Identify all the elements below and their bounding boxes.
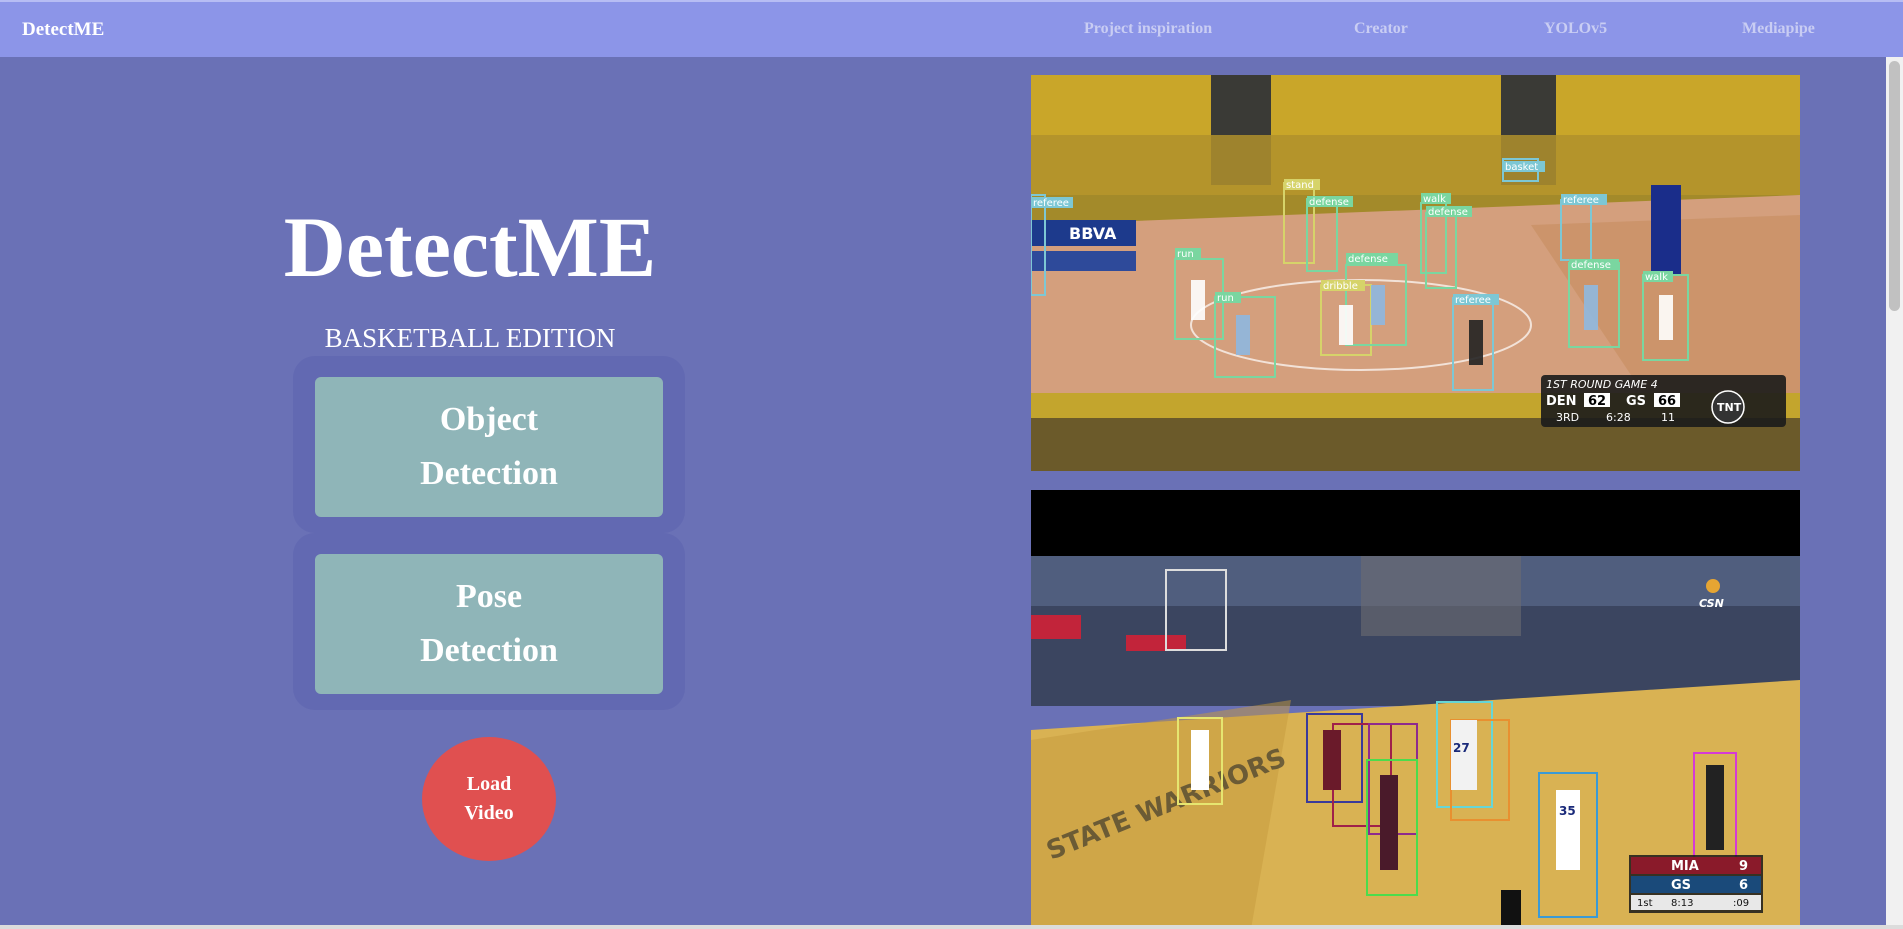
nav-link-mediapipe[interactable]: Mediapipe	[1742, 20, 1815, 38]
label-referee-1: referee	[1033, 198, 1069, 209]
pose-player-5	[1556, 790, 1580, 870]
object-detection-button[interactable]: Object Detection	[315, 377, 663, 517]
player-2	[1236, 315, 1250, 355]
object-detection-label-line2: Detection	[420, 455, 558, 492]
nav-link-project-inspiration[interactable]: Project inspiration	[1084, 20, 1212, 38]
scoreboard-1-quarter: 3RD	[1556, 411, 1579, 424]
crowd-mid	[1031, 135, 1800, 195]
scoreboard-1-team2: GS	[1626, 394, 1646, 409]
pose-player-2	[1323, 730, 1341, 790]
nav-link-creator[interactable]: Creator	[1354, 20, 1408, 38]
scoreboard-1-score2: 66	[1658, 394, 1676, 409]
scoreboard-1: 1ST ROUND GAME 4 DEN 62 GS 66 3RD 6:28 1…	[1541, 375, 1786, 427]
label-basket: basket	[1505, 162, 1538, 173]
object-detection-video[interactable]: BBVA referee stand defense walk defense …	[1031, 75, 1800, 471]
object-detection-frame: Object Detection	[293, 356, 685, 533]
kia-board	[1031, 615, 1081, 639]
bottom-edge	[0, 925, 1903, 929]
csn-text: CSN	[1699, 597, 1724, 610]
scoreboard-2-shot-clock: :09	[1733, 898, 1749, 909]
navbar: DetectME Project inspiration Creator YOL…	[0, 0, 1903, 57]
jersey-number-35: 35	[1559, 804, 1576, 818]
pose-detection-button[interactable]: Pose Detection	[315, 554, 663, 694]
label-dribble: dribble	[1323, 281, 1358, 292]
label-defense-4: defense	[1571, 260, 1611, 271]
scoreboard-1-clock: 6:28	[1606, 411, 1631, 424]
scoreboard-2-team2: GS	[1671, 878, 1691, 893]
scoreboard-2-quarter: 1st	[1637, 898, 1653, 909]
scoreboard-2-score2: 6	[1739, 878, 1748, 893]
scoreboard-1-score1: 62	[1588, 394, 1606, 409]
label-run-2: run	[1217, 293, 1234, 304]
label-referee-2: referee	[1563, 195, 1599, 206]
scoreboard-1-team1: DEN	[1546, 394, 1577, 409]
stairs-2	[1361, 556, 1521, 636]
nav-link-yolov5[interactable]: YOLOv5	[1544, 20, 1607, 38]
load-video-label-line2: Video	[464, 802, 514, 824]
player-1	[1191, 280, 1205, 320]
player-6	[1584, 285, 1598, 330]
load-video-button[interactable]: Load Video	[422, 737, 556, 861]
pose-player-6	[1706, 765, 1724, 850]
scoreboard-2: MIA 9 GS 6 1st 8:13 :09	[1629, 855, 1763, 913]
pose-detection-label-line2: Detection	[420, 632, 558, 669]
pose-player-1	[1191, 730, 1209, 790]
tnt-logo-text: TNT	[1717, 401, 1742, 414]
player-3	[1339, 305, 1353, 345]
scoreboard-2-clock: 8:13	[1671, 898, 1693, 909]
pose-detection-video[interactable]: STATE WARRIORS 27 35 CSN MIA 9 GS 6 1st …	[1031, 490, 1800, 929]
brand-logo[interactable]: DetectME	[22, 19, 104, 41]
label-run-1: run	[1177, 249, 1194, 260]
pose-player-4	[1451, 720, 1477, 790]
jersey-number-27: 27	[1453, 741, 1470, 755]
crowd-upper	[1031, 75, 1800, 135]
label-referee-3: referee	[1455, 295, 1491, 306]
page-scrollbar[interactable]	[1886, 57, 1903, 929]
draw-board	[1031, 251, 1136, 271]
pose-detection-frame: Pose Detection	[293, 533, 685, 710]
scoreboard-2-team1: MIA	[1671, 859, 1699, 874]
statefarm-board	[1126, 635, 1186, 651]
scrollbar-thumb[interactable]	[1889, 61, 1900, 311]
letterbox-top	[1031, 490, 1800, 556]
pose-player-3	[1380, 775, 1398, 870]
label-defense-2: defense	[1428, 207, 1468, 218]
hero-subtitle: BASKETBALL EDITION	[324, 323, 616, 353]
player-5	[1469, 320, 1483, 365]
pose-detection-label-line1: Pose	[455, 578, 523, 615]
pose-referee	[1501, 890, 1521, 929]
label-walk-2: walk	[1645, 272, 1668, 283]
label-defense-1: defense	[1309, 197, 1349, 208]
player-7	[1659, 295, 1673, 340]
scoreboard-1-round: 1ST ROUND GAME 4	[1546, 378, 1658, 391]
scoreboard-2-score1: 9	[1739, 859, 1748, 874]
label-defense-3: defense	[1348, 254, 1388, 265]
player-4	[1371, 285, 1385, 325]
label-stand: stand	[1286, 180, 1314, 191]
label-walk-1: walk	[1423, 194, 1446, 205]
object-detection-label-line1: Object	[439, 401, 539, 438]
csn-peacock-icon	[1706, 579, 1720, 593]
load-video-label-line1: Load	[466, 773, 512, 795]
bbva-text: BBVA	[1069, 224, 1117, 243]
basket-stanchion	[1651, 185, 1681, 275]
hero-title: DetectME	[283, 199, 657, 295]
scoreboard-1-shot-clock: 11	[1661, 411, 1675, 424]
